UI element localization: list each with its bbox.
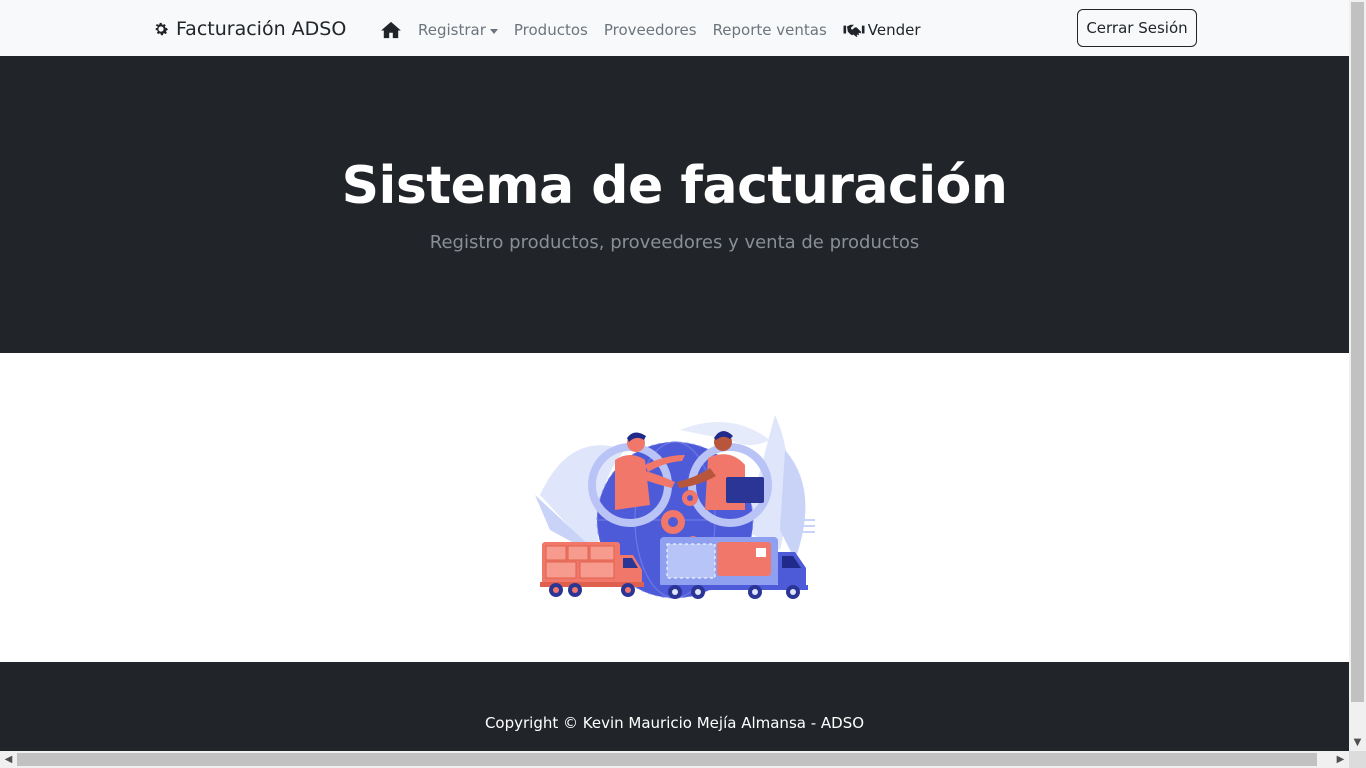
footer: Copyright © Kevin Mauricio Mejía Almansa… (0, 662, 1349, 751)
nav-menu: Registrar Productos Proveedores Reporte … (380, 18, 937, 42)
horizontal-scroll-thumb[interactable] (17, 753, 1317, 766)
brand-name: Facturación ADSO (176, 18, 347, 40)
scroll-right-arrow-icon[interactable]: ▶ (1332, 751, 1349, 768)
page-title: Sistema de facturación (341, 156, 1008, 216)
page-viewport: Facturación ADSO Registrar Productos Pro… (0, 0, 1349, 751)
handshake-icon (843, 24, 865, 37)
scroll-down-arrow-icon[interactable]: ▼ (1349, 734, 1366, 751)
nav-item-registrar[interactable]: Registrar (418, 21, 498, 39)
brand-link[interactable]: Facturación ADSO (152, 16, 346, 42)
logistics-handshake-illustration (535, 415, 815, 599)
nav-item-label: Proveedores (603, 21, 697, 39)
nav-item-label: Reporte ventas (712, 21, 827, 39)
nav-item-reporte-ventas[interactable]: Reporte ventas (713, 21, 827, 39)
caret-down-icon (489, 28, 498, 34)
nav-item-vender[interactable]: Vender (843, 21, 921, 39)
nav-item-label: Vender (867, 21, 921, 39)
vertical-scrollbar[interactable]: ▼ (1349, 0, 1366, 751)
scrollbar-corner (1349, 751, 1366, 768)
gear-icon (155, 22, 169, 36)
person-body (615, 455, 650, 510)
hero-section: Sistema de facturación Registro producto… (0, 56, 1349, 353)
vertical-scroll-thumb[interactable] (1351, 2, 1364, 702)
box-shape (717, 542, 771, 576)
home-icon (381, 21, 401, 39)
nav-item-productos[interactable]: Productos (514, 21, 588, 39)
nav-item-home[interactable] (380, 21, 402, 39)
navbar: Facturación ADSO Registrar Productos Pro… (0, 0, 1349, 56)
logout-button[interactable]: Cerrar Sesión (1077, 9, 1197, 47)
scroll-left-arrow-icon[interactable]: ◀ (0, 751, 17, 768)
box-shape (726, 477, 764, 503)
nav-item-label: Registrar (418, 21, 486, 39)
nav-item-proveedores[interactable]: Proveedores (604, 21, 697, 39)
page-subtitle: Registro productos, proveedores y venta … (429, 232, 920, 253)
footer-copyright: Copyright © Kevin Mauricio Mejía Almansa… (484, 714, 865, 732)
nav-item-label: Productos (513, 21, 588, 39)
horizontal-scrollbar[interactable]: ◀ ▶ (0, 751, 1349, 768)
